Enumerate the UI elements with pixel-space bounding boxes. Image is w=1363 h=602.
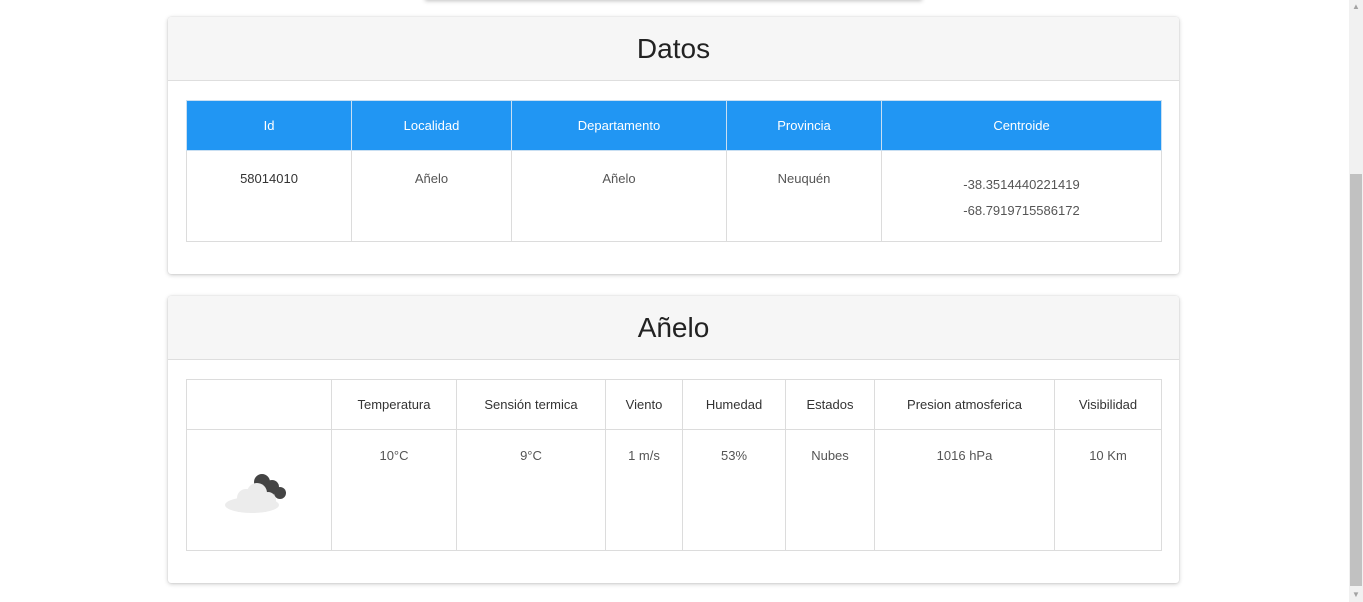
col-header-icon (186, 379, 332, 430)
centroide-lat: -38.3514440221419 (963, 177, 1080, 192)
cell-centroide: -38.3514440221419 -68.7919715586172 (881, 150, 1162, 242)
datos-title: Datos (636, 32, 711, 64)
cell-sensacion: 9°C (456, 429, 606, 551)
col-header-temperatura: Temperatura (331, 379, 457, 430)
centroide-lon: -68.7919715586172 (963, 203, 1080, 218)
cell-id: 58014010 (186, 150, 352, 242)
col-header-centroide: Centroide (881, 100, 1162, 151)
weather-table: Temperatura Sensión termica Viento Humed… (186, 379, 1162, 551)
weather-title: Añelo (637, 311, 710, 343)
scroll-up-arrow-icon[interactable]: ▲ (1349, 0, 1363, 14)
datos-card-header: Datos (168, 17, 1179, 81)
cell-visibilidad: 10 Km (1054, 429, 1162, 551)
col-header-id: Id (186, 100, 352, 151)
table-row: 10°C 9°C 1 m/s 53% Nubes 1016 hPa 10 Km (186, 429, 1162, 551)
col-header-provincia: Provincia (726, 100, 882, 151)
datos-table: Id Localidad Departamento Provincia Cent… (186, 100, 1162, 242)
col-header-localidad: Localidad (351, 100, 512, 151)
cell-provincia: Neuquén (726, 150, 882, 242)
weather-card-header: Añelo (168, 296, 1179, 360)
cell-humedad: 53% (682, 429, 786, 551)
col-header-visibilidad: Visibilidad (1054, 379, 1162, 430)
weather-card: Añelo Temperatura Sensión termica Viento… (168, 296, 1179, 583)
col-header-departamento: Departamento (511, 100, 727, 151)
page-scrollbar[interactable]: ▲ ▼ (1349, 0, 1363, 602)
cell-presion: 1016 hPa (874, 429, 1055, 551)
cell-departamento: Añelo (511, 150, 727, 242)
col-header-sensacion: Sensión termica (456, 379, 606, 430)
cell-weather-icon (186, 429, 332, 551)
cell-viento: 1 m/s (605, 429, 683, 551)
datos-header-row: Id Localidad Departamento Provincia Cent… (186, 100, 1162, 151)
col-header-viento: Viento (605, 379, 683, 430)
weather-header-row: Temperatura Sensión termica Viento Humed… (186, 379, 1162, 430)
cell-localidad: Añelo (351, 150, 512, 242)
cloud-icon (224, 473, 294, 516)
datos-card: Datos Id Localidad Departamento Provinci… (168, 17, 1179, 274)
cell-temperatura: 10°C (331, 429, 457, 551)
table-row: 58014010 Añelo Añelo Neuquén -38.3514440… (186, 150, 1162, 242)
col-header-estados: Estados (785, 379, 875, 430)
col-header-humedad: Humedad (682, 379, 786, 430)
scroll-down-arrow-icon[interactable]: ▼ (1349, 588, 1363, 602)
scroll-thumb[interactable] (1350, 174, 1362, 586)
col-header-presion: Presion atmosferica (874, 379, 1055, 430)
cell-estados: Nubes (785, 429, 875, 551)
